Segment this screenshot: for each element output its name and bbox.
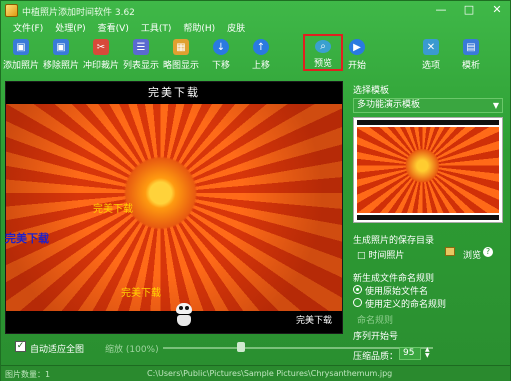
chrysanthemum-photo (6, 104, 342, 311)
maximize-button[interactable]: □ (460, 4, 478, 17)
radio-original-name-label: 使用原始文件名 (365, 287, 429, 297)
zoom-label: 缩放 (100%) (105, 345, 159, 355)
photo-count: 图片数量：1 (5, 370, 51, 379)
auto-fit-checkbox[interactable]: ✓ (15, 341, 26, 352)
remove-photo-icon: ▣ (53, 39, 69, 55)
custom-rule-input[interactable]: 命名规则 (357, 313, 393, 326)
start-button[interactable]: ▶ 开始 (337, 37, 377, 73)
watermark-overlay-3: 完美下载 (121, 288, 161, 299)
save-dir-field[interactable]: □ 时间照片 (357, 248, 404, 261)
list-view-icon: ☰ (133, 39, 149, 55)
close-button[interactable]: ✕ (488, 4, 506, 17)
radio-original-name[interactable] (353, 285, 362, 294)
main-window: 中植照片添加时间软件 3.62 — □ ✕ 文件(F) 处理(P) 查看(V) … (0, 0, 511, 381)
radio-custom-rule-label: 使用定义的命名规则 (365, 300, 447, 310)
window-title: 中植照片添加时间软件 3.62 (22, 8, 135, 18)
thumbnail-view-button[interactable]: ▦ 略图显示 (161, 37, 201, 73)
template-heading: 选择模板 (353, 86, 390, 96)
template-icon: ▤ (463, 39, 479, 55)
watermark-overlay-1: 完美下载 (93, 204, 133, 215)
menu-help[interactable]: 帮助(H) (177, 22, 221, 36)
watermark-overlay-2: 完美下载 (5, 232, 49, 245)
menu-view[interactable]: 查看(V) (92, 22, 135, 36)
move-down-icon: ↓ (213, 39, 229, 55)
options-icon: ✕ (423, 39, 439, 55)
menu-skin[interactable]: 皮肤 (221, 22, 251, 36)
quality-stepper[interactable]: ▲ ▼ (425, 347, 433, 360)
help-icon[interactable]: ? (483, 247, 493, 257)
menu-process[interactable]: 处理(P) (49, 22, 91, 36)
zoom-slider-thumb[interactable] (237, 342, 245, 352)
start-seq-label: 序列开始号 (353, 332, 399, 342)
menu-file[interactable]: 文件(F) (7, 22, 49, 36)
thumbnail-view-icon: ▦ (173, 39, 189, 55)
print-crop-button[interactable]: ✂ 冲印裁片 (81, 37, 121, 73)
watermark-top: 完美下载 (148, 86, 200, 99)
app-icon (5, 4, 18, 17)
preview-icon: ⌕ (315, 40, 331, 53)
radio-custom-rule[interactable] (353, 298, 362, 307)
move-up-button[interactable]: ↑ 上移 (241, 37, 281, 73)
photo-preview[interactable]: 完美下载 完美下载 (5, 81, 343, 334)
menu-bar: 文件(F) 处理(P) 查看(V) 工具(T) 帮助(H) 皮肤 (1, 22, 251, 36)
remove-photo-button[interactable]: ▣ 移除照片 (41, 37, 81, 73)
template-button[interactable]: ▤ 模析 (451, 37, 491, 73)
watermark-bottom-right: 完美下载 (295, 316, 332, 326)
move-down-button[interactable]: ↓ 下移 (201, 37, 241, 73)
status-bar: 图片数量：1 C:\Users\Public\Pictures\Sample P… (1, 365, 510, 381)
photo-path: C:\Users\Public\Pictures\Sample Pictures… (147, 369, 393, 378)
toolbar: ▣ 添加照片 ▣ 移除照片 ✂ 冲印裁片 ☰ 列表显示 ▦ 略图显示 ↓ 下移 … (1, 34, 510, 73)
quality-input[interactable]: 95 (399, 347, 421, 360)
template-select[interactable]: 多功能演示模板 ▼ (353, 98, 503, 113)
folder-icon[interactable] (445, 247, 455, 256)
quality-label: 压缩品质： (353, 352, 399, 362)
minimize-button[interactable]: — (432, 4, 450, 17)
menu-tools[interactable]: 工具(T) (135, 22, 178, 36)
add-photo-button[interactable]: ▣ 添加照片 (1, 37, 41, 73)
options-button[interactable]: ✕ 选项 (411, 37, 451, 73)
add-photo-icon: ▣ (13, 39, 29, 55)
auto-fit-label: 自动适应全图 (30, 345, 85, 355)
move-up-icon: ↑ (253, 39, 269, 55)
template-thumbnail (353, 117, 503, 223)
robot-logo (173, 303, 195, 327)
chevron-down-icon: ▼ (492, 101, 499, 110)
filename-rule-heading: 新生成文件命名规则 (353, 274, 435, 284)
browse-button[interactable]: 浏览 (463, 248, 481, 261)
save-dir-heading: 生成照片的保存目录 (353, 236, 435, 246)
title-bar: 中植照片添加时间软件 3.62 — □ ✕ (1, 1, 510, 21)
list-view-button[interactable]: ☰ 列表显示 (121, 37, 161, 73)
print-crop-icon: ✂ (93, 39, 109, 55)
start-icon: ▶ (349, 39, 365, 55)
